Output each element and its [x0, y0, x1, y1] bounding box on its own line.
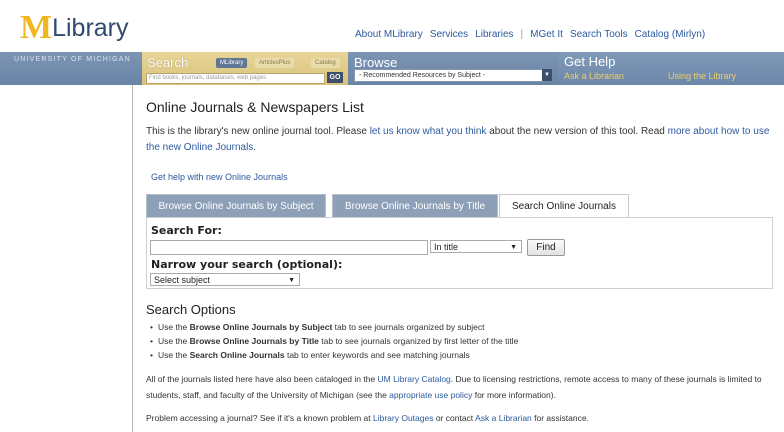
search-scope-value: In title [434, 242, 459, 252]
search-panel-title: Search [147, 55, 189, 70]
nav-mget-it[interactable]: MGet It [530, 29, 563, 40]
item-bold: Browse Online Journals by Title [189, 336, 319, 346]
search-options-heading: Search Options [146, 302, 236, 317]
note-text: Problem accessing a journal? See if it's… [146, 413, 373, 423]
list-item: Use the Browse Online Journals by Subjec… [150, 320, 518, 334]
browse-dropdown-arrow-icon[interactable]: ▼ [542, 69, 552, 81]
browse-subject-select[interactable]: - Recommended Resources by Subject - [354, 69, 545, 82]
item-text: tab to enter keywords and see matching j… [284, 350, 470, 360]
search-panel: Search MLibrary ArticlesPlus Catalog Fin… [142, 52, 348, 85]
chevron-down-icon: ▼ [288, 277, 295, 284]
feedback-link[interactable]: let us know what you think [370, 126, 487, 137]
item-text: tab to see journals organized by first l… [318, 336, 519, 346]
mlibrary-logo[interactable]: M Library [20, 9, 129, 46]
using-the-library-link[interactable]: Using the Library [668, 71, 736, 81]
subject-select[interactable]: Select subject ▼ [150, 273, 300, 286]
nav-about-mlibrary[interactable]: About MLibrary [355, 29, 423, 40]
search-tab-articlesplus[interactable]: ArticlesPlus [255, 58, 295, 68]
get-help-online-journals-link[interactable]: Get help with new Online Journals [151, 172, 288, 182]
logo-m: M [20, 9, 52, 46]
nav-services[interactable]: Services [430, 29, 468, 40]
list-item: Use the Browse Online Journals by Title … [150, 334, 518, 348]
subject-select-value: Select subject [154, 275, 211, 285]
search-tab-catalog[interactable]: Catalog [311, 58, 340, 68]
problem-note: Problem accessing a journal? See if it's… [146, 411, 776, 425]
get-help-title: Get Help [564, 54, 616, 69]
catalog-note: All of the journals listed here have als… [146, 371, 776, 403]
university-of-michigan-label[interactable]: UNIVERSITY OF MICHIGAN [14, 56, 131, 63]
note-text: or contact [433, 413, 476, 423]
tab-browse-by-subject[interactable]: Browse Online Journals by Subject [146, 194, 326, 218]
journal-search-input[interactable] [150, 240, 428, 255]
ask-a-librarian-link[interactable]: Ask a Librarian [564, 71, 624, 81]
top-navigation: About MLibrary Services Libraries | MGet… [355, 29, 705, 40]
intro-text-part: . [253, 142, 257, 153]
item-text: tab to see journals organized by subject [332, 322, 485, 332]
global-search-go-button[interactable]: GO [327, 72, 343, 83]
intro-text-part: about the new version of this tool. Read [486, 126, 668, 137]
global-search-input[interactable]: Find books, journals, databases, web pag… [146, 73, 325, 84]
item-text: Use the [157, 350, 190, 360]
nav-separator: | [520, 29, 524, 40]
note-text: for more information). [472, 390, 556, 400]
page-title: Online Journals & Newspapers List [146, 99, 364, 115]
item-text: Use the [157, 336, 190, 346]
logo-text: Library [52, 14, 129, 42]
appropriate-use-policy-link[interactable]: appropriate use policy [389, 390, 472, 400]
item-bold: Search Online Journals [189, 350, 285, 360]
search-for-label: Search For: [151, 224, 222, 237]
browse-panel-title: Browse [354, 55, 398, 70]
item-bold: Browse Online Journals by Subject [189, 322, 333, 332]
search-options-list: Use the Browse Online Journals by Subjec… [150, 320, 518, 362]
library-outages-link[interactable]: Library Outages [373, 413, 433, 423]
nav-libraries[interactable]: Libraries [475, 29, 513, 40]
note-text: All of the journals listed here have als… [146, 374, 378, 384]
chevron-down-icon: ▼ [510, 244, 517, 251]
um-library-catalog-link[interactable]: UM Library Catalog [378, 374, 451, 384]
intro-text-part: This is the library's new online journal… [146, 126, 370, 137]
intro-text: This is the library's new online journal… [146, 124, 776, 156]
ask-a-librarian-content-link[interactable]: Ask a Librarian [475, 413, 532, 423]
nav-search-tools[interactable]: Search Tools [570, 29, 628, 40]
find-button[interactable]: Find [527, 239, 565, 256]
search-scope-select[interactable]: In title ▼ [430, 240, 522, 253]
item-text: Use the [157, 322, 190, 332]
note-text: for assistance. [531, 413, 589, 423]
tab-browse-by-title[interactable]: Browse Online Journals by Title [332, 194, 498, 218]
get-help-panel: Get Help Ask a Librarian Using the Libra… [558, 52, 784, 85]
narrow-search-label: Narrow your search (optional): [151, 258, 343, 271]
tab-search-online-journals[interactable]: Search Online Journals [499, 194, 629, 218]
nav-catalog-mirlyn[interactable]: Catalog (Mirlyn) [635, 29, 706, 40]
list-item: Use the Search Online Journals tab to en… [150, 348, 518, 362]
search-tab-mlibrary[interactable]: MLibrary [216, 58, 248, 68]
